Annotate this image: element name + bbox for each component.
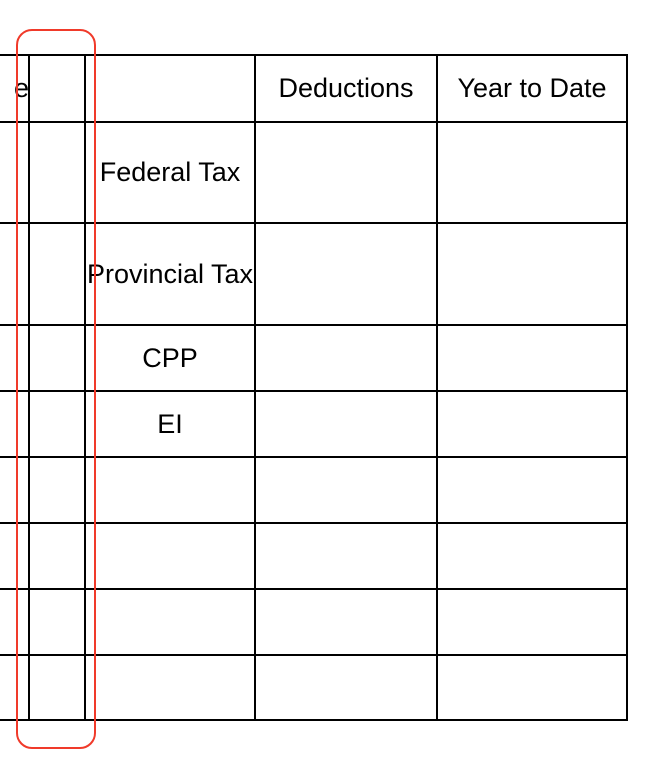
deduction-label-cell: [85, 457, 255, 523]
deduction-label-cell: Federal Tax: [99, 157, 241, 187]
deduction-label-cell: [85, 523, 255, 589]
highlight-annotation: [16, 29, 96, 749]
header-cell: Year to Date: [457, 73, 607, 103]
deduction-label-cell: EI: [157, 408, 183, 439]
header-cell: [85, 55, 255, 122]
deduction-label-cell: [85, 655, 255, 720]
deduction-label-cell: CPP: [142, 342, 198, 373]
deduction-label-cell: [85, 589, 255, 655]
deduction-label-cell: Provincial Tax: [86, 258, 254, 289]
header-cell: Deductions: [278, 73, 414, 103]
